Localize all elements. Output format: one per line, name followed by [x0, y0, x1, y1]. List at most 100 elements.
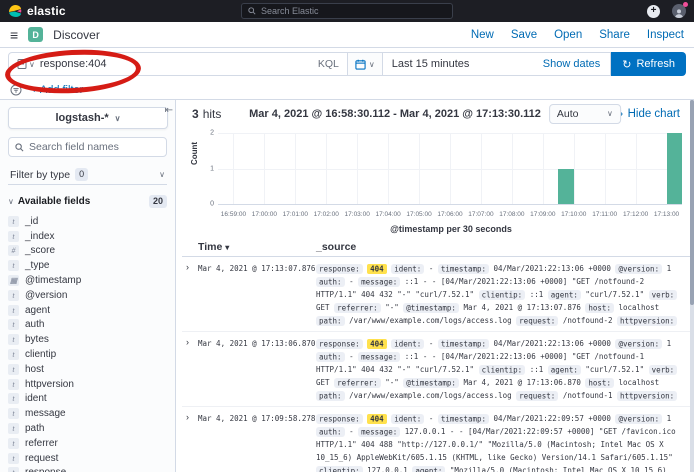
field-item-httpversion[interactable]: thttpversion: [8, 377, 167, 392]
time-column-header[interactable]: Time ▾: [198, 241, 316, 253]
app-navbar: ≡ D Discover New Save Open Share Inspect: [0, 22, 694, 48]
table-body: ›Mar 4, 2021 @ 17:13:07.876response: 404…: [182, 257, 690, 472]
field-value: GET: [316, 303, 330, 312]
field-search-input[interactable]: Search field names: [8, 137, 167, 157]
table-row: ›Mar 4, 2021 @ 17:13:07.876response: 404…: [182, 257, 690, 332]
time-range-value[interactable]: Last 15 minutes: [383, 58, 533, 70]
x-tick: 17:06:00: [437, 211, 462, 218]
gridline: [357, 133, 358, 204]
save-button[interactable]: Save: [511, 29, 537, 41]
highlighted-value: 404: [367, 339, 387, 349]
field-value: localhost: [618, 378, 659, 387]
field-item-auth[interactable]: tauth: [8, 318, 167, 333]
y-tick: 2: [210, 130, 214, 137]
field-value: 127.0.0.1: [367, 466, 408, 472]
histogram-bar-17:09:30[interactable]: [558, 169, 573, 205]
chevron-down-icon: ∨: [29, 60, 35, 69]
refresh-button[interactable]: ↻ Refresh: [611, 52, 686, 76]
field-badge: host:: [585, 378, 614, 388]
filter-by-type-select[interactable]: Filter by type 0 ∨: [8, 165, 167, 185]
chevron-down-icon: ∨: [159, 170, 165, 179]
expand-row-icon[interactable]: ›: [182, 412, 198, 472]
field-value: -: [349, 352, 354, 361]
string-type-icon: t: [8, 379, 19, 390]
index-pattern-select[interactable]: logstash-* ∨: [8, 107, 168, 129]
expand-row-icon[interactable]: ›: [182, 337, 198, 402]
table-header: Time ▾ _source: [182, 241, 690, 257]
add-filter-button[interactable]: + Add filter: [31, 84, 83, 96]
x-tick: 17:07:00: [468, 211, 493, 218]
string-type-icon: t: [8, 393, 19, 404]
interval-select[interactable]: Auto ∨: [549, 104, 621, 124]
field-item-@version[interactable]: t@version: [8, 288, 167, 303]
field-item-response[interactable]: tresponse: [8, 466, 167, 472]
x-tick: 17:11:00: [592, 211, 617, 218]
histogram-chart[interactable]: Count 012 16:59:0017:00:0017:01:0017:02:…: [192, 131, 684, 235]
y-axis-label: Count: [190, 142, 199, 165]
x-tick: 17:10:00: [561, 211, 586, 218]
query-value: response:404: [40, 58, 107, 70]
field-item-ident[interactable]: tident: [8, 392, 167, 407]
new-button[interactable]: New: [471, 29, 494, 41]
field-item-bytes[interactable]: tbytes: [8, 332, 167, 347]
field-name: message: [25, 408, 66, 419]
x-tick: 17:08:00: [499, 211, 524, 218]
x-tick: 17:00:00: [252, 211, 277, 218]
open-button[interactable]: Open: [554, 29, 582, 41]
y-tick: 1: [210, 165, 214, 172]
field-value: 1: [667, 339, 672, 348]
field-badge: timestamp:: [438, 414, 489, 424]
field-item-agent[interactable]: tagent: [8, 303, 167, 318]
field-badge: referrer:: [334, 303, 381, 313]
field-item-request[interactable]: trequest: [8, 451, 167, 466]
calendar-menu-button[interactable]: ∨: [348, 53, 383, 75]
available-fields-header[interactable]: ∨ Available fields 20: [8, 195, 167, 208]
chart-plot-area[interactable]: 012: [218, 133, 682, 205]
query-input[interactable]: ∨ response:404 KQL: [8, 52, 348, 76]
scrollbar-track[interactable]: [690, 100, 694, 472]
field-item-@timestamp[interactable]: ▦@timestamp: [8, 273, 167, 288]
field-item-_id[interactable]: t_id: [8, 214, 167, 229]
filter-icon[interactable]: [10, 84, 22, 96]
expand-row-icon[interactable]: ›: [182, 262, 198, 327]
user-avatar[interactable]: [672, 4, 686, 18]
hide-chart-button[interactable]: Hide chart: [611, 108, 680, 120]
help-icon[interactable]: +: [647, 5, 660, 18]
field-item-path[interactable]: tpath: [8, 421, 167, 436]
scrollbar-thumb[interactable]: [690, 100, 694, 305]
inspect-button[interactable]: Inspect: [647, 29, 684, 41]
field-value: "curl/7.52.1": [585, 290, 644, 299]
menu-icon[interactable]: ≡: [10, 28, 18, 42]
field-value: "-": [385, 303, 399, 312]
field-item-_score[interactable]: #_score: [8, 244, 167, 259]
field-item-_index[interactable]: t_index: [8, 229, 167, 244]
query-language-toggle[interactable]: KQL: [318, 58, 339, 70]
user-icon: [674, 8, 684, 18]
notification-dot: [683, 2, 688, 7]
field-badge: verb:: [649, 290, 678, 300]
collapse-sidebar-icon[interactable]: ⇤: [165, 105, 173, 116]
field-item-referrer[interactable]: treferrer: [8, 436, 167, 451]
field-value: ::1: [530, 365, 544, 374]
field-name: request: [25, 453, 58, 464]
saved-query-menu-icon[interactable]: ∨: [17, 59, 35, 69]
field-item-_type[interactable]: t_type: [8, 258, 167, 273]
string-type-icon: t: [8, 231, 19, 242]
field-name: bytes: [25, 334, 49, 345]
chevron-down-icon: ∨: [369, 60, 375, 69]
string-type-icon: t: [8, 260, 19, 271]
global-search-input[interactable]: Search Elastic: [241, 3, 453, 19]
documents-table: Time ▾ _source ›Mar 4, 2021 @ 17:13:07.8…: [182, 241, 690, 472]
field-badge: message:: [358, 352, 400, 362]
highlighted-value: 404: [367, 264, 387, 274]
field-badge: agent:: [548, 365, 581, 375]
share-button[interactable]: Share: [599, 29, 630, 41]
field-badge: response:: [316, 414, 363, 424]
field-item-host[interactable]: thost: [8, 362, 167, 377]
x-axis-label: @timestamp per 30 seconds: [218, 224, 684, 234]
field-item-message[interactable]: tmessage: [8, 406, 167, 421]
show-dates-button[interactable]: Show dates: [533, 58, 610, 70]
histogram-bar-17:13:00[interactable]: [667, 133, 682, 204]
type-filter-count: 0: [75, 168, 88, 181]
field-item-clientip[interactable]: tclientip: [8, 347, 167, 362]
